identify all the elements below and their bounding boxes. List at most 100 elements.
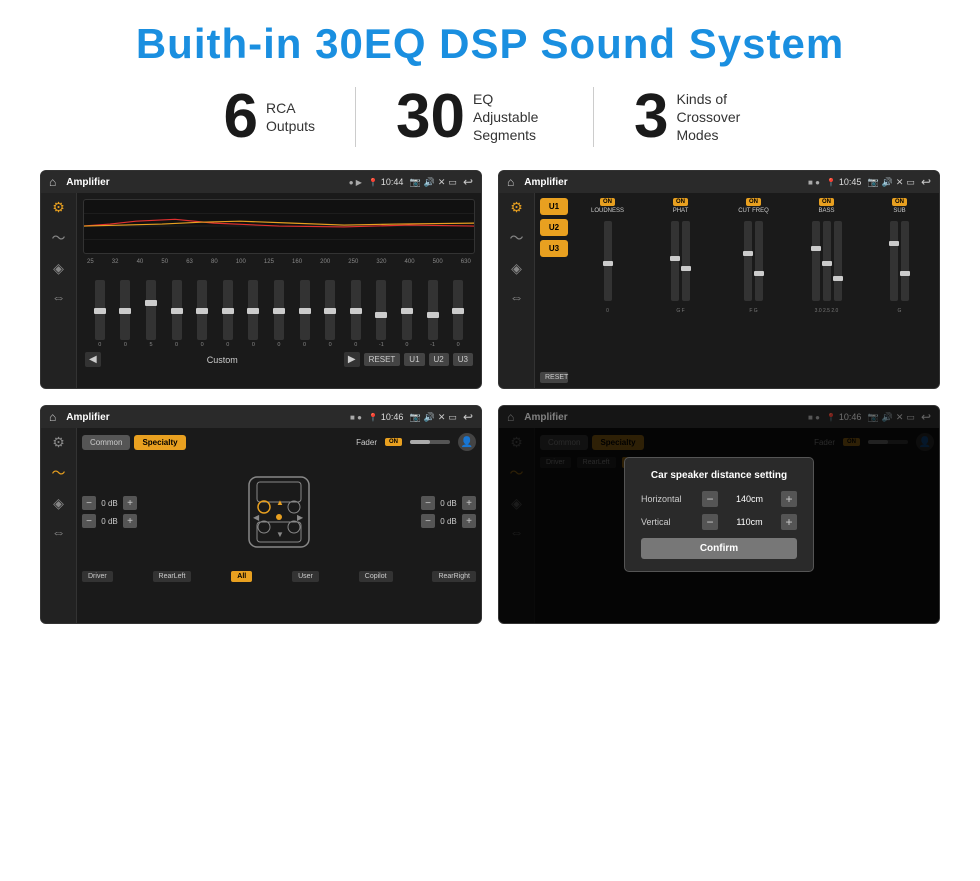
eq-thumb-1[interactable] — [119, 308, 131, 314]
eq-reset-button[interactable]: RESET — [364, 353, 401, 366]
eq-track-11[interactable] — [376, 280, 386, 340]
home-icon-3[interactable]: ⌂ — [49, 410, 56, 424]
sidebar-eq-icon-2[interactable]: ⚙ — [510, 199, 523, 216]
eq-thumb-3[interactable] — [171, 308, 183, 314]
eq-thumb-4[interactable] — [196, 308, 208, 314]
sidebar-wave-icon-2[interactable]: 〜 — [510, 228, 524, 248]
window-icon-3: ▭ — [448, 412, 457, 423]
cs-right-plus-2[interactable]: + — [462, 514, 476, 528]
eq-track-8[interactable] — [300, 280, 310, 340]
amp-sliders-area: ON LOUDNESS 0 ON PHAT — [573, 198, 934, 383]
modal-vertical-minus[interactable]: − — [702, 514, 718, 530]
amp-bass: ON BASS — [792, 198, 861, 383]
eq-thumb-9[interactable] — [324, 308, 336, 314]
phat-slider-f[interactable] — [682, 221, 690, 301]
eq-u1-button[interactable]: U1 — [404, 353, 424, 366]
sidebar-speaker-icon-2[interactable]: ◈ — [511, 260, 522, 277]
modal-horizontal-plus[interactable]: + — [781, 491, 797, 507]
cs-common-tab[interactable]: Common — [82, 435, 130, 450]
sub-slider-1[interactable] — [890, 221, 898, 301]
eq-u2-button[interactable]: U2 — [429, 353, 449, 366]
cs-right-minus-2[interactable]: − — [421, 514, 435, 528]
eq-thumb-11[interactable] — [375, 312, 387, 318]
fader-track[interactable] — [410, 440, 450, 444]
eq-thumb-10[interactable] — [350, 308, 362, 314]
cutfreq-slider-f[interactable] — [744, 221, 752, 301]
eq-thumb-0[interactable] — [94, 308, 106, 314]
sidebar-arrows-icon-3[interactable]: ⇔ — [52, 524, 66, 540]
cs-left-db-val-1: 0 dB — [98, 499, 121, 508]
fader-on-badge: ON — [385, 438, 402, 446]
eq-track-9[interactable] — [325, 280, 335, 340]
eq-thumb-8[interactable] — [299, 308, 311, 314]
amp-u1-button[interactable]: U1 — [540, 198, 568, 215]
eq-track-14[interactable] — [453, 280, 463, 340]
eq-next-button[interactable]: ▶ — [344, 352, 360, 367]
modal-vertical-plus[interactable]: + — [781, 514, 797, 530]
user-button[interactable]: User — [292, 571, 319, 582]
modal-horizontal-minus[interactable]: − — [702, 491, 718, 507]
cs-left-minus-1[interactable]: − — [82, 496, 96, 510]
amp-u2-button[interactable]: U2 — [540, 219, 568, 236]
rearright-button[interactable]: RearRight — [432, 571, 476, 582]
stats-row: 6 RCA Outputs 30 EQ Adjustable Segments … — [40, 86, 940, 148]
sidebar-wave-icon-3[interactable]: 〜 — [52, 463, 66, 483]
eq-track-3[interactable] — [172, 280, 182, 340]
volume-icon-2: 🔊 — [882, 177, 893, 188]
cs-left-minus-2[interactable]: − — [82, 514, 96, 528]
eq-track-6[interactable] — [248, 280, 258, 340]
eq-thumb-12[interactable] — [401, 308, 413, 314]
loudness-slider[interactable] — [604, 221, 612, 301]
sidebar-wave-icon[interactable]: 〜 — [52, 228, 66, 248]
cs-left-plus-2[interactable]: + — [123, 514, 137, 528]
stat-rca: 6 RCA Outputs — [184, 86, 356, 148]
avatar-icon[interactable]: 👤 — [458, 433, 476, 451]
eq-track-13[interactable] — [428, 280, 438, 340]
stat-text-crossover: Kinds of Crossover Modes — [676, 90, 756, 145]
driver-button[interactable]: Driver — [82, 571, 113, 582]
eq-track-1[interactable] — [120, 280, 130, 340]
home-icon[interactable]: ⌂ — [49, 175, 56, 189]
confirm-button[interactable]: Confirm — [641, 538, 797, 559]
eq-track-5[interactable] — [223, 280, 233, 340]
cs-specialty-tab[interactable]: Specialty — [134, 435, 185, 450]
eq-u3-button[interactable]: U3 — [453, 353, 473, 366]
eq-track-4[interactable] — [197, 280, 207, 340]
bass-slider-2[interactable] — [823, 221, 831, 301]
home-icon-2[interactable]: ⌂ — [507, 175, 514, 189]
back-icon-3[interactable]: ↩ — [463, 410, 473, 424]
eq-thumb-14[interactable] — [452, 308, 464, 314]
eq-thumb-13[interactable] — [427, 312, 439, 318]
bass-slider-3[interactable] — [834, 221, 842, 301]
eq-track-7[interactable] — [274, 280, 284, 340]
back-icon-2[interactable]: ↩ — [921, 175, 931, 189]
eq-track-0[interactable] — [95, 280, 105, 340]
cs-left-plus-1[interactable]: + — [123, 496, 137, 510]
eq-thumb-6[interactable] — [247, 308, 259, 314]
eq-track-10[interactable] — [351, 280, 361, 340]
eq-thumb-7[interactable] — [273, 308, 285, 314]
sidebar-eq-icon-3[interactable]: ⚙ — [52, 434, 65, 451]
sidebar-eq-icon[interactable]: ⚙ — [52, 199, 65, 216]
cs-right-plus-1[interactable]: + — [462, 496, 476, 510]
eq-track-2[interactable] — [146, 280, 156, 340]
back-icon-1[interactable]: ↩ — [463, 175, 473, 189]
copilot-button[interactable]: Copilot — [359, 571, 393, 582]
eq-track-12[interactable] — [402, 280, 412, 340]
eq-thumb-5[interactable] — [222, 308, 234, 314]
sidebar-arrows-icon-2[interactable]: ⇔ — [510, 289, 524, 305]
amp-reset-button[interactable]: RESET — [540, 372, 568, 383]
bass-slider-1[interactable] — [812, 221, 820, 301]
eq-prev-button[interactable]: ◀ — [85, 352, 101, 367]
eq-thumb-2[interactable] — [145, 300, 157, 306]
cutfreq-slider-g[interactable] — [755, 221, 763, 301]
sidebar-speaker-icon-3[interactable]: ◈ — [53, 495, 64, 512]
all-button[interactable]: All — [231, 571, 252, 582]
phat-slider-g[interactable] — [671, 221, 679, 301]
sub-slider-2[interactable] — [901, 221, 909, 301]
sidebar-speaker-icon[interactable]: ◈ — [53, 260, 64, 277]
rearleft-button[interactable]: RearLeft — [153, 571, 192, 582]
cs-right-minus-1[interactable]: − — [421, 496, 435, 510]
amp-u3-button[interactable]: U3 — [540, 240, 568, 257]
sidebar-arrows-icon[interactable]: ⇔ — [52, 289, 66, 305]
